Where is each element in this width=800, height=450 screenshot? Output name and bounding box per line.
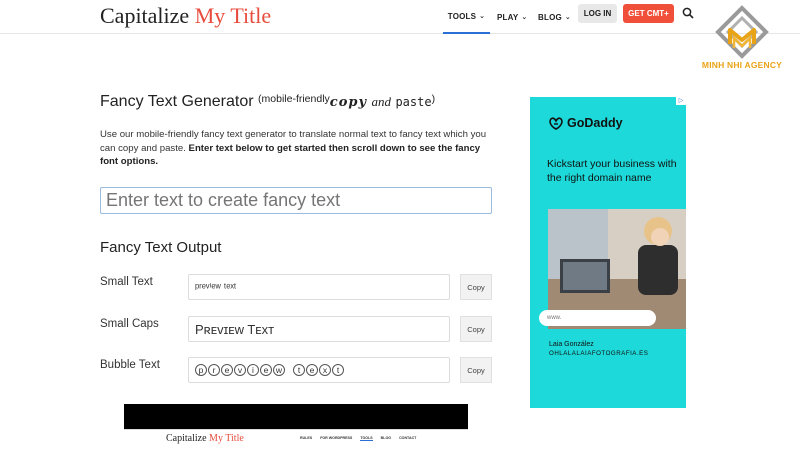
agency-watermark-text: MINH NHI AGENCY — [701, 60, 783, 70]
bubble-text-output[interactable]: previewtext — [188, 357, 450, 383]
video-frame: Capitalize My Title RULES FOR WORDPRESS … — [124, 429, 468, 450]
bubble-text-value: previewtext — [195, 364, 345, 376]
bubble-letter: i — [247, 364, 259, 376]
get-cmt-plus-button[interactable]: GET CMT+ — [623, 4, 674, 23]
video-nav-item: CONTACT — [399, 436, 417, 440]
video-nav: RULES FOR WORDPRESS TOOLS BLOG CONTACT — [300, 436, 416, 441]
bubble-text-copy-button[interactable]: Copy — [460, 357, 492, 383]
title-paren-close: ) — [431, 93, 436, 105]
bubble-letter — [286, 364, 292, 376]
godaddy-icon — [549, 116, 563, 130]
bubble-text-label: Bubble Text — [100, 359, 160, 371]
video-nav-item: TOOLS — [360, 436, 373, 441]
small-text-label: Small Text — [100, 276, 153, 288]
output-section-title: Fancy Text Output — [100, 239, 222, 256]
bubble-letter: e — [221, 364, 233, 376]
nav-blog[interactable]: BLOG ⌄ — [538, 0, 571, 34]
bubble-letter: p — [195, 364, 207, 376]
nav-play[interactable]: PLAY ⌄ — [497, 0, 527, 34]
small-caps-output[interactable]: Pʀᴇᴠɪᴇᴡ Tᴇxᴛ — [188, 316, 450, 342]
title-fancy-and: and — [371, 94, 391, 109]
title-paren-open: (mobile-friendly — [258, 93, 330, 105]
godaddy-logo: GoDaddy — [548, 116, 623, 130]
video-nav-item: RULES — [300, 436, 313, 440]
site-header: Capitalize My Title TOOLS ⌄ PLAY ⌄ BLOG ⌄ L… — [0, 0, 800, 34]
page-title: Fancy Text Generator (mobile-friendlycop… — [100, 93, 436, 110]
video-nav-item: FOR WORDPRESS — [320, 436, 353, 440]
video-nav-item: BLOG — [380, 436, 392, 440]
small-caps-label: Small Caps — [100, 318, 159, 330]
bubble-letter: x — [319, 364, 331, 376]
chevron-down-icon: ⌄ — [564, 14, 571, 21]
bubble-letter: t — [293, 364, 305, 376]
ad-choices-icon[interactable]: ▷ — [676, 97, 686, 105]
nav-tools[interactable]: TOOLS ⌄ — [443, 0, 490, 34]
small-text-output[interactable]: ᵖʳᵉᵛⁱᵉʷ ᵗᵉˣᵗ — [188, 274, 450, 300]
bubble-letter: v — [234, 364, 246, 376]
title-fancy-paste: paste — [395, 95, 432, 109]
bubble-letter: e — [260, 364, 272, 376]
login-button[interactable]: LOG IN — [578, 4, 617, 23]
logo-accent-text: My Title — [194, 3, 272, 28]
chevron-down-icon: ⌄ — [479, 13, 486, 20]
ad-photo-credit-site: OHLALALAIAFOTOGRAFIA.ES — [549, 350, 649, 357]
ad-photo-credit-name: Laia González — [549, 341, 594, 348]
small-caps-copy-button[interactable]: Copy — [460, 316, 492, 342]
chevron-down-icon: ⌄ — [521, 14, 528, 21]
site-logo[interactable]: Capitalize My Title — [100, 3, 271, 29]
title-fancy-copy: copy — [329, 95, 368, 110]
video-site-logo: Capitalize My Title — [166, 433, 244, 444]
bubble-letter: t — [332, 364, 344, 376]
ad-headline: Kickstart your business with the right d… — [547, 158, 677, 184]
logo-text: Capitalize — [100, 3, 195, 28]
video-thumbnail[interactable]: Capitalize My Title RULES FOR WORDPRESS … — [124, 404, 468, 450]
small-text-copy-button[interactable]: Copy — [460, 274, 492, 300]
fancy-text-input[interactable] — [100, 187, 492, 214]
ad-domain-search-bar[interactable]: www. — [539, 310, 656, 326]
bubble-letter: e — [306, 364, 318, 376]
bubble-letter: r — [208, 364, 220, 376]
intro-paragraph: Use our mobile-friendly fancy text gener… — [100, 129, 487, 167]
bubble-letter: w — [273, 364, 285, 376]
